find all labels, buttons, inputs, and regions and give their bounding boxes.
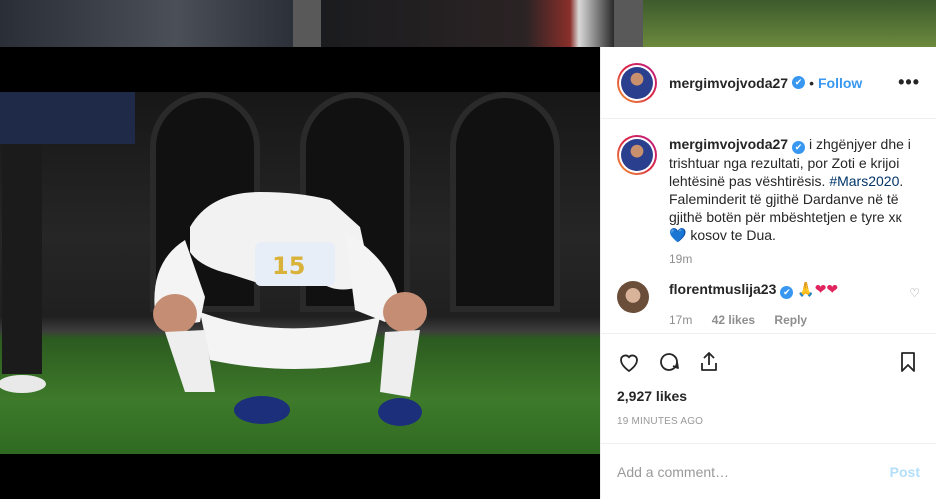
blue-heart-emoji: 💙: [669, 227, 687, 243]
action-bar: 2,927 likes 19 MINUTES AGO: [601, 333, 936, 427]
post-media[interactable]: 15: [0, 47, 600, 499]
caption-body: kosov te Dua.: [690, 227, 776, 243]
comment-icon[interactable]: [657, 350, 681, 374]
follow-button[interactable]: Follow: [818, 75, 862, 91]
comment-input[interactable]: [617, 463, 890, 480]
post-sidebar: mergimvojvoda27 ✔ • Follow ••• mergimvoj…: [600, 47, 936, 499]
post-comment-button[interactable]: Post: [890, 464, 920, 480]
bookmark-icon[interactable]: [896, 350, 920, 374]
svg-text:15: 15: [272, 252, 305, 280]
caption-time[interactable]: 19m: [669, 252, 920, 266]
feed-thumbnail-3: [643, 0, 936, 47]
separator-dot: •: [809, 74, 814, 91]
feed-gap: [293, 0, 321, 47]
red-hearts-emoji: ❤❤: [814, 281, 839, 297]
verified-badge-icon: ✔: [792, 76, 806, 89]
comment-like-icon[interactable]: ♡: [909, 286, 920, 300]
author-username[interactable]: mergimvojvoda27: [669, 75, 788, 91]
author-avatar[interactable]: [617, 62, 657, 103]
feed-thumbnail-2: [321, 0, 614, 47]
post-timestamp[interactable]: 19 MINUTES AGO: [617, 416, 920, 427]
comment-text: florentmuslija23 ✔ 🙏❤❤: [669, 280, 909, 299]
post-header: mergimvojvoda27 ✔ • Follow •••: [601, 47, 936, 119]
caption: mergimvojvoda27 ✔ i zhgënjyer dhe i trish…: [617, 135, 920, 244]
add-comment-bar: Post: [601, 443, 936, 499]
post-modal: 15 mergimvojvoda27 ✔ • Follow ••• mergim…: [0, 47, 936, 499]
post-photo: 15: [0, 92, 600, 454]
comment-likes[interactable]: 42 likes: [712, 313, 755, 327]
commenter-username[interactable]: florentmuslija23: [669, 281, 776, 297]
commenter-avatar[interactable]: [617, 281, 649, 313]
feed-thumbnail-1: [0, 0, 293, 47]
player-illustration: 15: [0, 92, 427, 426]
comment-time[interactable]: 17m: [669, 313, 692, 327]
comment-item: florentmuslija23 ✔ 🙏❤❤ 17m 42 likes Reply…: [617, 280, 920, 327]
share-icon[interactable]: [697, 350, 721, 374]
verified-badge-icon: ✔: [780, 286, 794, 299]
heart-icon[interactable]: [617, 350, 641, 374]
likes-count[interactable]: 2,927 likes: [617, 388, 920, 404]
more-options-icon[interactable]: •••: [898, 72, 920, 93]
caption-text: mergimvojvoda27 ✔ i zhgënjyer dhe i trish…: [669, 135, 920, 244]
reply-button[interactable]: Reply: [774, 313, 807, 327]
hashtag-link[interactable]: #Mars2020: [829, 173, 899, 189]
caption-avatar[interactable]: [617, 135, 657, 175]
feed-gap: [614, 0, 643, 47]
verified-badge-icon: ✔: [792, 141, 806, 154]
comment-meta: 17m 42 likes Reply: [669, 313, 909, 327]
pray-emoji: 🙏: [797, 281, 815, 297]
comments-section: mergimvojvoda27 ✔ i zhgënjyer dhe i trish…: [601, 119, 936, 333]
caption-username[interactable]: mergimvojvoda27: [669, 136, 788, 152]
